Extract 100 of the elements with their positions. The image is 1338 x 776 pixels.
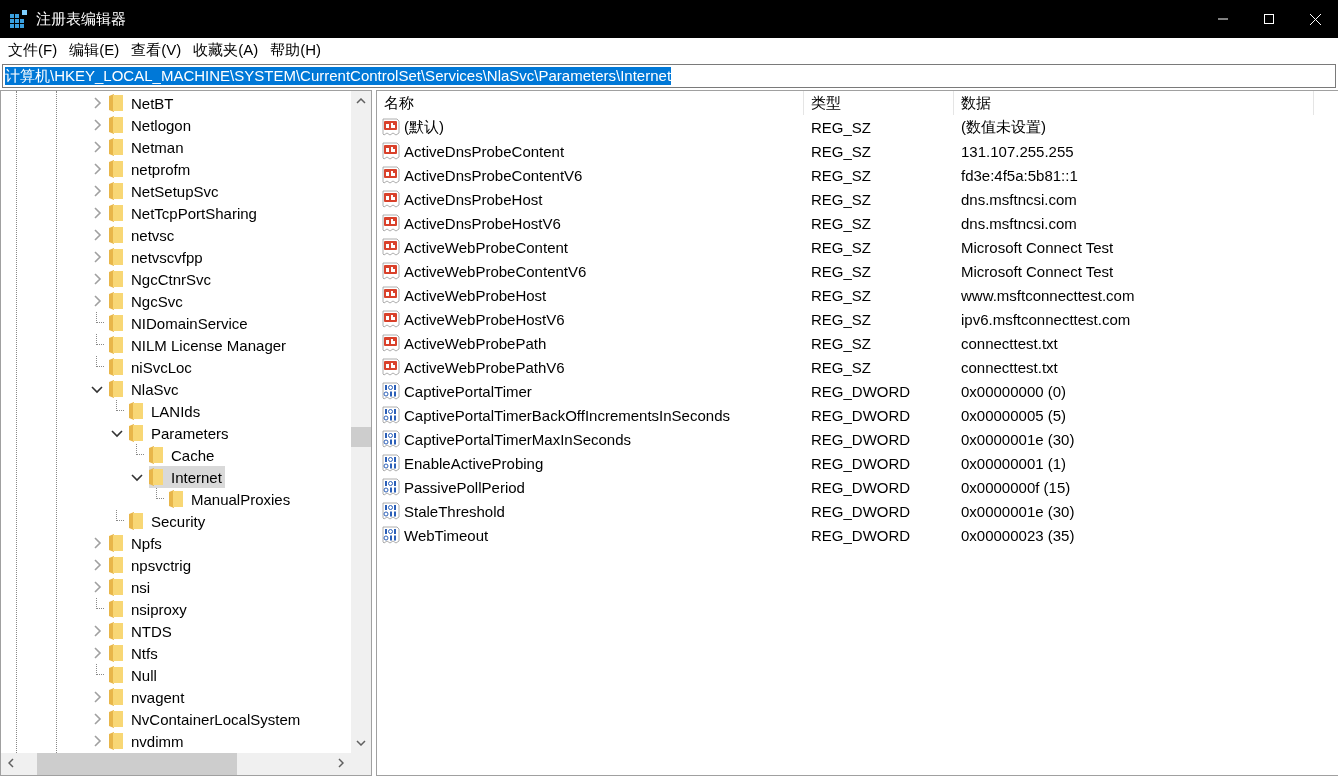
value-name[interactable]: WebTimeout <box>404 526 489 544</box>
folder-icon <box>149 468 163 486</box>
tree-item[interactable]: npsvctrig <box>90 554 195 576</box>
table-cell-text: REG_SZ <box>810 334 872 352</box>
tree-item[interactable]: niSvcLoc <box>90 356 195 378</box>
folder-icon <box>109 226 123 244</box>
tree-item[interactable]: NvContainerLocalSystem <box>90 708 304 730</box>
string-value-icon <box>382 118 400 136</box>
string-value-icon <box>382 238 400 256</box>
tree-item[interactable]: Parameters <box>110 422 232 444</box>
window-title: 注册表编辑器 <box>36 9 127 29</box>
tree-item[interactable]: Internet <box>130 466 225 488</box>
tree-item[interactable]: nvagent <box>90 686 188 708</box>
tree-item[interactable]: Netlogon <box>90 114 195 136</box>
tree-item[interactable]: NetBT <box>90 92 177 114</box>
table-cell-text: REG_SZ <box>810 166 872 184</box>
table-cell-text: 0x0000001e (30) <box>960 502 1076 520</box>
folder-icon <box>109 600 123 618</box>
value-name[interactable]: ActiveDnsProbeHostV6 <box>404 214 561 232</box>
tree-item[interactable]: nvdimm <box>90 730 187 752</box>
value-name[interactable]: (默认) <box>404 117 444 137</box>
scrollbar-thumb[interactable] <box>37 753 237 775</box>
tree-item[interactable]: nsi <box>90 576 154 598</box>
tree-item[interactable]: netvsc <box>90 224 178 246</box>
value-name[interactable]: ActiveDnsProbeContentV6 <box>404 166 583 184</box>
value-name[interactable]: ActiveWebProbePath <box>404 334 547 352</box>
value-name[interactable]: ActiveDnsProbeContent <box>404 142 565 160</box>
table-cell-text: 0x0000000f (15) <box>960 478 1072 496</box>
tree-item[interactable]: NgcCtnrSvc <box>90 268 215 290</box>
tree-item[interactable]: LANIds <box>110 400 204 422</box>
binary-value-icon <box>382 454 400 472</box>
tree-item[interactable]: netprofm <box>90 158 194 180</box>
menu-item[interactable]: 文件(F) <box>2 40 64 60</box>
value-name[interactable]: StaleThreshold <box>404 502 505 520</box>
binary-value-icon <box>382 430 400 448</box>
string-value-icon <box>382 310 400 328</box>
table-cell-text: REG_SZ <box>810 286 872 304</box>
folder-icon <box>109 666 123 684</box>
tree-item[interactable]: Npfs <box>90 532 165 554</box>
tree-item[interactable]: nsiproxy <box>90 598 190 620</box>
string-value-icon <box>382 190 400 208</box>
folder-icon <box>109 556 123 574</box>
value-name[interactable]: ActiveWebProbePathV6 <box>404 358 565 376</box>
folder-icon <box>109 622 123 640</box>
tree-item[interactable]: NIDomainService <box>90 312 251 334</box>
table-cell-text: REG_SZ <box>810 358 872 376</box>
binary-value-icon <box>382 526 400 544</box>
address-field[interactable]: 计算机\HKEY_LOCAL_MACHINE\SYSTEM\CurrentControlSet\Services\NlaSvc\Parameters\Internet <box>2 64 1336 88</box>
string-value-icon <box>382 214 400 232</box>
value-name[interactable]: ActiveWebProbeHost <box>404 286 547 304</box>
tree-item[interactable]: NTDS <box>90 620 175 642</box>
value-name[interactable]: ActiveDnsProbeHost <box>404 190 543 208</box>
vertical-scrollbar[interactable] <box>351 91 371 753</box>
value-name[interactable]: ActiveWebProbeContentV6 <box>404 262 587 280</box>
value-name[interactable]: EnableActiveProbing <box>404 454 544 472</box>
table-cell-text: connecttest.txt <box>960 334 1059 352</box>
value-name[interactable]: PassivePollPeriod <box>404 478 525 496</box>
binary-value-icon <box>382 382 400 400</box>
tree-item[interactable]: Ntfs <box>90 642 161 664</box>
tree-item[interactable]: NlaSvc <box>90 378 182 400</box>
folder-icon <box>109 380 123 398</box>
folder-icon <box>109 160 123 178</box>
folder-icon <box>109 358 123 376</box>
tree-item[interactable]: netvscvfpp <box>90 246 206 268</box>
tree-item[interactable]: NetTcpPortSharing <box>90 202 260 224</box>
menu-item[interactable]: 查看(V) <box>125 40 188 60</box>
value-name[interactable]: ActiveWebProbeContent <box>404 238 568 256</box>
folder-icon <box>109 688 123 706</box>
tree-item[interactable]: Netman <box>90 136 187 158</box>
tree-item[interactable]: NILM License Manager <box>90 334 290 356</box>
table-cell-text: REG_SZ <box>810 262 872 280</box>
value-name[interactable]: CaptivePortalTimerMaxInSeconds <box>404 430 632 448</box>
tree-item[interactable]: NetSetupSvc <box>90 180 222 202</box>
scrollbar-thumb[interactable] <box>351 427 371 447</box>
menu-item[interactable]: 编辑(E) <box>63 40 126 60</box>
string-value-icon <box>382 142 400 160</box>
folder-icon <box>109 534 123 552</box>
value-name[interactable]: ActiveWebProbeHostV6 <box>404 310 565 328</box>
tree-item[interactable]: Cache <box>130 444 218 466</box>
horizontal-scrollbar[interactable] <box>1 753 371 775</box>
table-cell-text: 0x00000001 (1) <box>960 454 1068 472</box>
menu-item[interactable]: 帮助(H) <box>264 40 327 60</box>
folder-icon <box>109 710 123 728</box>
value-name[interactable]: CaptivePortalTimer <box>404 382 532 400</box>
tree-item[interactable]: Security <box>110 510 209 532</box>
value-name[interactable]: CaptivePortalTimerBackOffIncrementsInSeconds <box>404 406 730 424</box>
binary-value-icon <box>382 478 400 496</box>
table-cell-text: REG_SZ <box>810 190 872 208</box>
tree-item[interactable]: Null <box>90 664 160 686</box>
tree-item[interactable]: ManualProxies <box>150 488 294 510</box>
folder-icon <box>109 314 123 332</box>
tree-item[interactable]: NgcSvc <box>90 290 186 312</box>
string-value-icon <box>382 262 400 280</box>
table-cell-text: REG_SZ <box>810 214 872 232</box>
table-cell-text: fd3e:4f5a:5b81::1 <box>960 166 1079 184</box>
table-cell-text: dns.msftncsi.com <box>960 190 1078 208</box>
folder-icon <box>109 138 123 156</box>
table-cell-text: Microsoft Connect Test <box>960 238 1115 256</box>
menu-item[interactable]: 收藏夹(A) <box>187 40 265 60</box>
table-cell-text: 0x00000000 (0) <box>960 382 1068 400</box>
